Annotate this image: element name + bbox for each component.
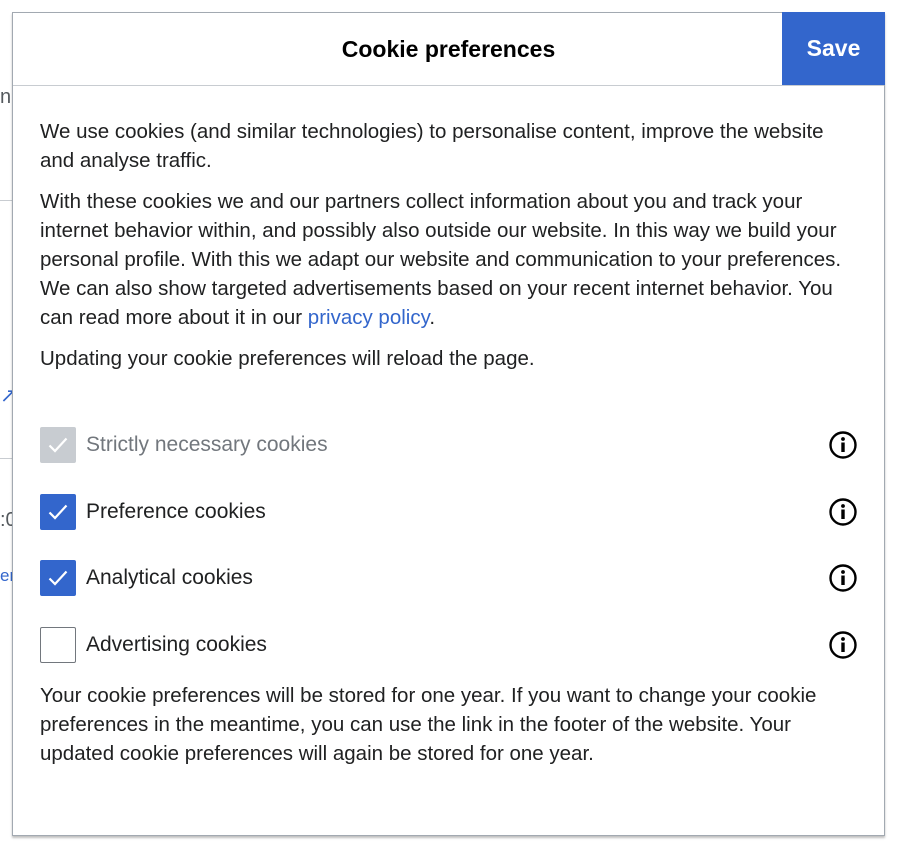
info-icon[interactable]	[828, 497, 858, 527]
background-text-fragment: :0	[0, 509, 12, 531]
info-icon[interactable]	[828, 430, 858, 460]
data-collection-text: With these cookies we and our partners c…	[40, 187, 860, 332]
dialog-header: Cookie preferences Save	[13, 12, 885, 86]
dialog-body: We use cookies (and similar technologies…	[40, 117, 860, 373]
info-icon[interactable]	[828, 563, 858, 593]
option-preference: Preference cookies	[40, 493, 858, 530]
intro-text: We use cookies (and similar technologies…	[40, 120, 824, 172]
checkmark-icon	[48, 504, 68, 520]
dialog-title: Cookie preferences	[341, 36, 556, 62]
reload-notice: Updating your cookie preferences will re…	[40, 347, 535, 370]
checkmark-icon	[48, 437, 68, 453]
checkmark-icon	[48, 570, 68, 586]
cookie-preferences-dialog: Cookie preferences Save We use cookies (…	[12, 12, 885, 836]
data-collection-suffix: .	[429, 306, 436, 329]
preference-cookies-checkbox[interactable]	[40, 493, 76, 530]
privacy-policy-link[interactable]: privacy policy	[308, 306, 430, 329]
advertising-cookies-checkbox[interactable]	[40, 626, 76, 663]
info-icon[interactable]	[828, 630, 858, 660]
background-text-fragment: n	[0, 86, 12, 108]
data-collection-body: With these cookies we and our partners c…	[40, 190, 842, 329]
storage-notice: Your cookie preferences will be stored f…	[40, 684, 817, 765]
strictly-necessary-label: Strictly necessary cookies	[86, 433, 328, 456]
preference-cookies-label[interactable]: Preference cookies	[86, 494, 266, 530]
external-link-icon: ↗	[0, 385, 12, 407]
analytical-cookies-checkbox[interactable]	[40, 560, 76, 596]
analytical-cookies-label[interactable]: Analytical cookies	[86, 560, 253, 596]
advertising-cookies-label[interactable]: Advertising cookies	[86, 627, 267, 663]
cookie-options-list: Strictly necessary cookies Preference co…	[40, 427, 858, 693]
option-strictly-necessary: Strictly necessary cookies	[40, 427, 858, 463]
save-button[interactable]: Save	[782, 12, 885, 85]
option-analytical: Analytical cookies	[40, 560, 858, 596]
background-divider	[0, 200, 12, 201]
background-text-fragment: er	[0, 566, 12, 585]
option-advertising: Advertising cookies	[40, 626, 858, 663]
strictly-necessary-checkbox	[40, 427, 76, 463]
background-divider	[0, 458, 12, 459]
